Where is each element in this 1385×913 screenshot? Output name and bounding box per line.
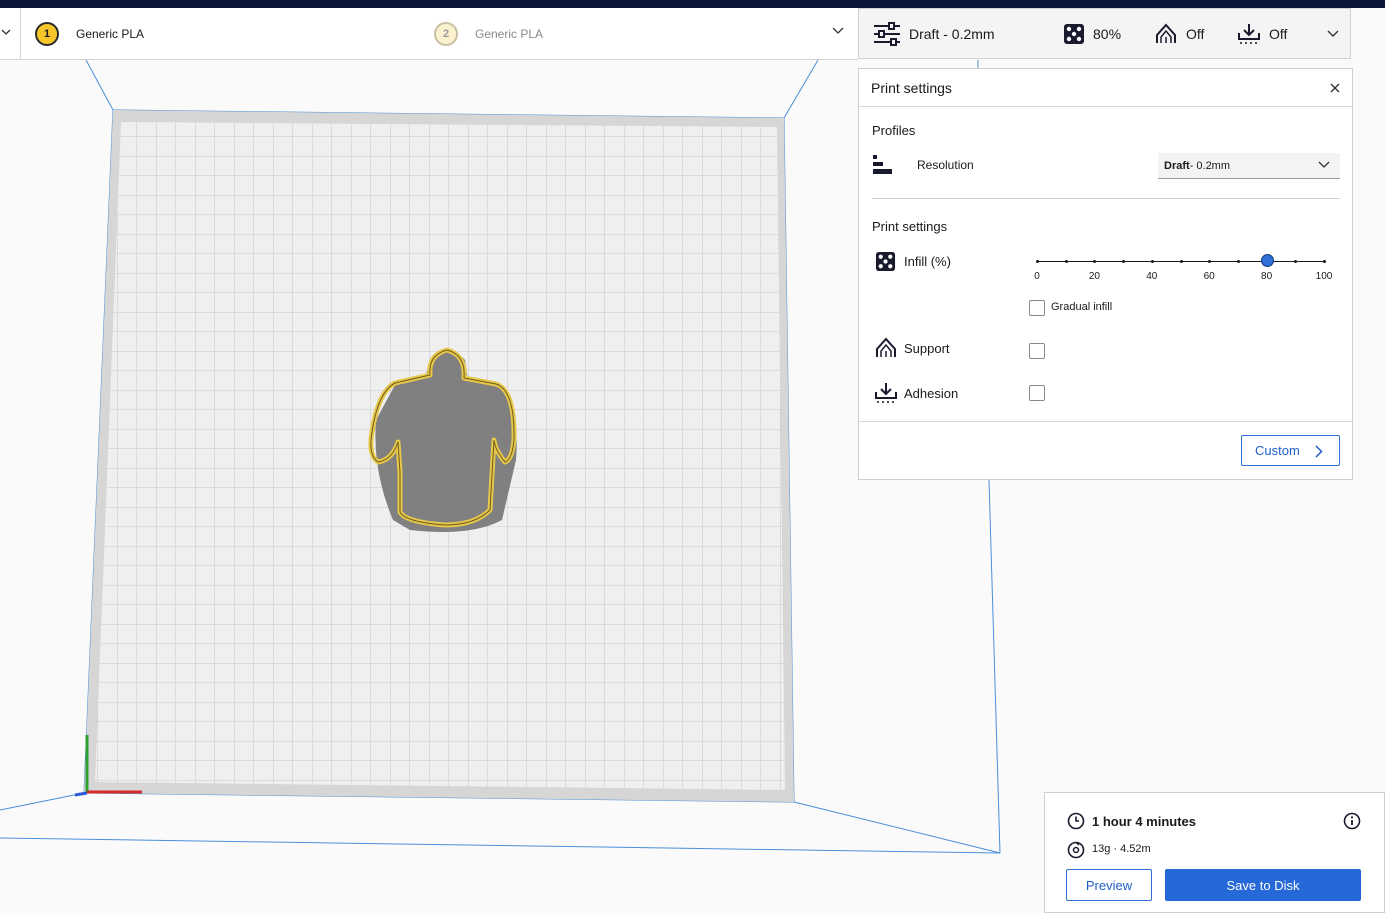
close-icon[interactable] bbox=[1328, 81, 1342, 95]
settings-sliders-icon bbox=[874, 21, 900, 46]
infill-tick-label: 40 bbox=[1146, 271, 1158, 282]
chevron-right-icon bbox=[1315, 445, 1323, 458]
resolution-label: Resolution bbox=[917, 158, 974, 172]
material-usage: 13g · 4.52m bbox=[1092, 843, 1151, 855]
profile-value: Draft - 0.2mm bbox=[909, 25, 995, 42]
infill-value: 80% bbox=[1093, 25, 1122, 42]
infill-slider-tick bbox=[1236, 260, 1240, 263]
save-to-disk-button[interactable]: Save to Disk bbox=[1165, 869, 1361, 901]
infill-slider-tick bbox=[1150, 260, 1154, 263]
print-estimate-panel: 1 hour 4 minutes 13g · 4.52m Preview Sav… bbox=[1044, 792, 1385, 913]
infill-slider-tick bbox=[1208, 260, 1212, 263]
custom-button[interactable]: Custom bbox=[1241, 435, 1340, 466]
infill-slider-tick bbox=[1093, 260, 1097, 263]
infill-tick-label: 20 bbox=[1088, 271, 1100, 282]
infill-tick-label: 100 bbox=[1315, 271, 1333, 282]
infill-tick-label: 0 bbox=[1034, 271, 1040, 282]
custom-button-label: Custom bbox=[1255, 443, 1300, 458]
extruder-1-material: Generic PLA bbox=[76, 27, 145, 41]
adhesion-checkbox[interactable] bbox=[1029, 385, 1045, 401]
extruder-2-selector[interactable]: 2 Generic PLA bbox=[434, 19, 543, 49]
infill-label: Infill (%) bbox=[904, 254, 951, 269]
extruder-1-badge: 1 bbox=[35, 22, 59, 46]
infill-slider-tick bbox=[1064, 260, 1068, 263]
print-time: 1 hour 4 minutes bbox=[1092, 814, 1197, 829]
chevron-down-icon bbox=[1318, 161, 1330, 168]
chevron-down-icon[interactable] bbox=[0, 25, 14, 41]
infill-slider-tick bbox=[1179, 260, 1183, 263]
divider bbox=[859, 421, 1352, 422]
support-value: Off bbox=[1186, 25, 1205, 42]
infill-slider-handle[interactable] bbox=[1260, 254, 1274, 267]
support-icon bbox=[1156, 23, 1176, 43]
chevron-down-icon[interactable] bbox=[832, 27, 844, 35]
support-icon bbox=[876, 337, 896, 357]
resolution-icon bbox=[873, 155, 892, 174]
panel-title: Print settings bbox=[871, 80, 952, 96]
gradual-infill-checkbox[interactable] bbox=[1029, 300, 1045, 316]
resolution-value-rest: - 0.2mm bbox=[1189, 159, 1231, 172]
infill-slider-tick bbox=[1323, 260, 1326, 263]
support-summary[interactable]: Off bbox=[1154, 9, 1204, 58]
divider bbox=[872, 198, 1340, 199]
adhesion-icon bbox=[1238, 23, 1260, 44]
profiles-heading: Profiles bbox=[872, 123, 916, 138]
adhesion-summary[interactable]: Off bbox=[1237, 9, 1287, 58]
infill-summary[interactable]: 80% bbox=[1063, 9, 1121, 58]
divider bbox=[20, 8, 21, 59]
resolution-value-bold: Draft bbox=[1164, 159, 1190, 172]
infill-icon bbox=[875, 251, 896, 272]
support-checkbox[interactable] bbox=[1029, 343, 1045, 359]
infill-slider-tick bbox=[1122, 260, 1126, 263]
adhesion-icon bbox=[875, 383, 897, 403]
adhesion-value: Off bbox=[1269, 25, 1288, 42]
material-bar: 1 Generic PLA 2 Generic PLA bbox=[0, 8, 858, 60]
gradual-infill-label: Gradual infill bbox=[1051, 301, 1113, 313]
clock-icon bbox=[1067, 812, 1085, 830]
support-label: Support bbox=[904, 341, 950, 356]
profile-summary[interactable]: Draft - 0.2mm bbox=[873, 9, 995, 58]
info-icon[interactable] bbox=[1343, 812, 1361, 830]
infill-tick-label: 80 bbox=[1261, 271, 1273, 282]
extruder-2-badge: 2 bbox=[434, 22, 458, 46]
adhesion-label: Adhesion bbox=[904, 386, 959, 401]
infill-icon bbox=[1064, 23, 1084, 44]
settings-heading: Print settings bbox=[872, 219, 948, 234]
extruder-1-selector[interactable]: 1 Generic PLA bbox=[35, 19, 144, 49]
infill-slider-tick bbox=[1036, 260, 1039, 263]
preview-button[interactable]: Preview bbox=[1066, 869, 1152, 901]
panel-header: Print settings bbox=[859, 69, 1352, 107]
spool-icon bbox=[1067, 841, 1085, 859]
infill-slider-tick bbox=[1294, 260, 1298, 263]
chevron-down-icon[interactable] bbox=[1327, 30, 1339, 38]
extruder-2-material: Generic PLA bbox=[475, 27, 544, 41]
y-axis bbox=[74, 791, 88, 797]
print-settings-bar[interactable]: Draft - 0.2mm 80% Off Off bbox=[858, 8, 1351, 59]
print-settings-panel: Print settings Profiles Resolution Draft… bbox=[858, 68, 1353, 480]
resolution-dropdown[interactable]: Draft - 0.2mm bbox=[1158, 153, 1340, 179]
infill-tick-label: 60 bbox=[1203, 271, 1215, 282]
